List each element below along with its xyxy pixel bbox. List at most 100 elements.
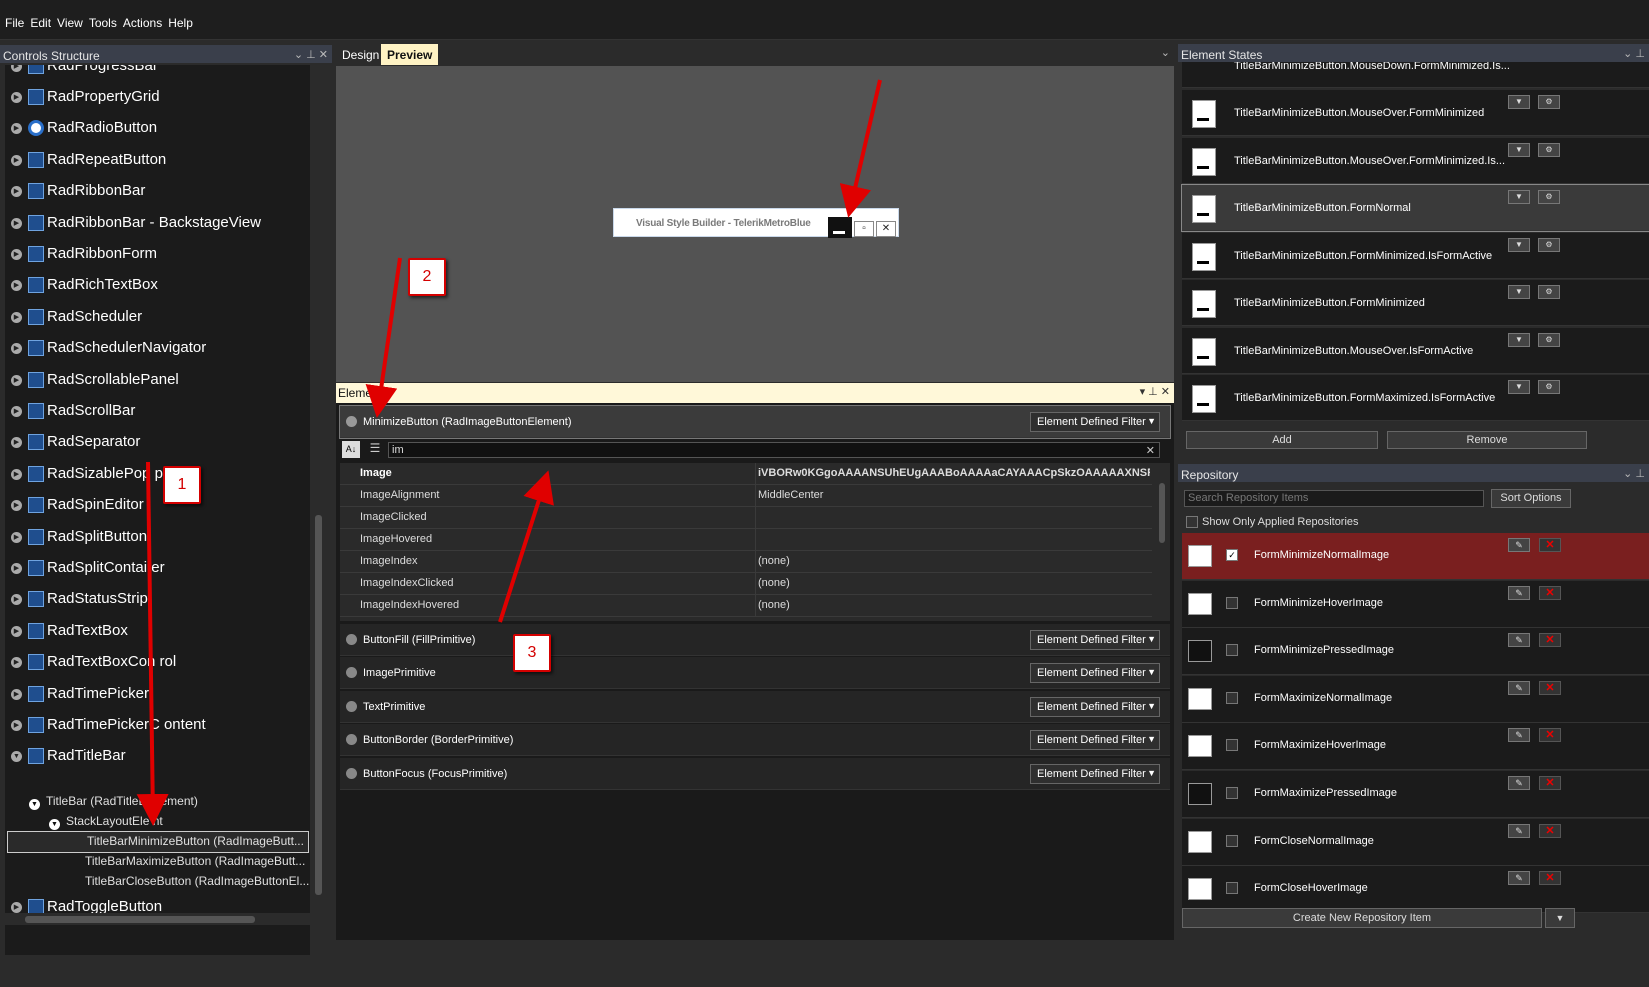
- repository-item[interactable]: FormCloseNormalImage ✎ ✕: [1182, 818, 1649, 866]
- tree-item[interactable]: ▶ RadTextBoxCon rol: [5, 647, 310, 678]
- edit-icon[interactable]: ✎: [1508, 585, 1530, 600]
- panel-controls-icon[interactable]: ⌄ ⊥: [1623, 467, 1645, 480]
- state-dropdown-button[interactable]: ▼: [1508, 285, 1530, 299]
- state-edit-button[interactable]: ⚙: [1538, 332, 1560, 347]
- state-row[interactable]: TitleBarMinimizeButton.MouseOver.IsFormA…: [1182, 327, 1649, 374]
- tree-item[interactable]: ▼ RadTitleBar: [5, 741, 310, 772]
- filter-dropdown[interactable]: Element Defined Filter ▼: [1030, 412, 1160, 432]
- state-dropdown-button[interactable]: ▼: [1508, 95, 1530, 109]
- state-dropdown-button[interactable]: ▼: [1508, 142, 1530, 157]
- expand-icon[interactable]: ▶: [11, 154, 22, 166]
- remove-state-button[interactable]: Remove: [1387, 431, 1587, 449]
- tree-item[interactable]: ▶ RadStatusStrip: [5, 584, 310, 615]
- expand-icon[interactable]: ▶: [11, 92, 22, 103]
- maximize-button[interactable]: ▫: [854, 221, 874, 237]
- group-minimize-button[interactable]: MinimizeButton (RadImageButtonElement) E…: [339, 405, 1171, 439]
- expand-icon[interactable]: [346, 700, 357, 712]
- tree-item[interactable]: ▶ RadRadioButton: [5, 113, 310, 144]
- property-scrollbar[interactable]: [1156, 463, 1168, 621]
- state-row[interactable]: TitleBarMinimizeButton.FormMinimized ▼ ⚙: [1182, 280, 1649, 326]
- property-group[interactable]: TextPrimitive Element Defined Filter ▼: [340, 690, 1170, 723]
- edit-icon[interactable]: ✎: [1508, 680, 1530, 695]
- menu-tools[interactable]: Tools: [89, 16, 117, 30]
- show-applied-checkbox[interactable]: [1186, 516, 1198, 528]
- collapse-icon[interactable]: ▼: [29, 799, 40, 810]
- state-edit-button[interactable]: ⚙: [1538, 285, 1560, 299]
- property-search-input[interactable]: im ✕: [388, 442, 1160, 458]
- collapse-icon[interactable]: ▼: [11, 751, 22, 763]
- tree-item[interactable]: ▶ RadScrollBar: [5, 396, 310, 427]
- expand-icon[interactable]: ▶: [11, 437, 22, 449]
- tree-item[interactable]: ▶ RadScrollablePanel: [5, 365, 310, 396]
- expand-icon[interactable]: ▶: [11, 563, 22, 574]
- state-edit-button[interactable]: ⚙: [1538, 237, 1560, 252]
- clear-icon[interactable]: ✕: [1146, 444, 1155, 457]
- property-value[interactable]: (none): [758, 577, 1150, 589]
- tree-subitem[interactable]: ▼ StackLayoutEle nt: [49, 812, 163, 832]
- panel-controls-icon[interactable]: ⌄ ⊥: [1623, 47, 1645, 60]
- property-value[interactable]: MiddleCenter: [758, 489, 1150, 501]
- expand-icon[interactable]: ▶: [11, 343, 22, 355]
- filter-dropdown[interactable]: Element Defined Filter ▼: [1030, 696, 1160, 717]
- repository-checkbox[interactable]: [1226, 834, 1238, 847]
- repository-checkbox[interactable]: [1226, 739, 1238, 752]
- expand-icon[interactable]: ▶: [11, 280, 22, 292]
- repository-item[interactable]: FormMaximizeHoverImage ✎ ✕: [1182, 723, 1649, 771]
- delete-icon[interactable]: ✕: [1539, 680, 1561, 695]
- property-group[interactable]: ButtonBorder (BorderPrimitive) Element De…: [340, 724, 1170, 757]
- state-edit-button[interactable]: ⚙: [1538, 190, 1560, 204]
- property-row[interactable]: ImageIndexClicked (none): [340, 573, 1152, 595]
- repository-item[interactable]: FormMaximizeNormalImage ✎ ✕: [1182, 675, 1649, 723]
- property-value[interactable]: iVBORw0KGgoAAAANSUhEUgAAABoAAAAaCAYAAACp…: [758, 467, 1150, 479]
- filter-dropdown[interactable]: Element Defined Filter ▼: [1030, 663, 1160, 684]
- state-dropdown-button[interactable]: ▼: [1508, 237, 1530, 252]
- expand-icon[interactable]: ▶: [11, 468, 22, 480]
- expand-icon[interactable]: ▶: [11, 123, 22, 135]
- close-button[interactable]: ✕: [876, 221, 896, 237]
- repository-checkbox[interactable]: [1226, 882, 1238, 895]
- expand-icon[interactable]: ▶: [11, 500, 22, 512]
- tree-item[interactable]: ▶ RadRibbonForm: [5, 239, 310, 270]
- scroll-thumb[interactable]: [315, 515, 322, 895]
- expand-icon[interactable]: ▶: [11, 657, 22, 669]
- menu-actions[interactable]: Actions: [123, 16, 162, 30]
- state-row[interactable]: TitleBarMinimizeButton.MouseDown.FormMin…: [1182, 62, 1649, 88]
- state-edit-button[interactable]: ⚙: [1538, 380, 1560, 394]
- chevron-down-icon[interactable]: ▼: [1545, 908, 1575, 928]
- expand-icon[interactable]: ▶: [11, 902, 22, 913]
- edit-icon[interactable]: ✎: [1508, 728, 1530, 743]
- state-row[interactable]: TitleBarMinimizeButton.FormMaximized.IsF…: [1182, 375, 1649, 421]
- expand-icon[interactable]: [346, 634, 357, 645]
- tree-subitem[interactable]: ▼ TitleBar (RadTitleBar ement): [29, 792, 198, 812]
- tree-item[interactable]: ▶ RadProgressBar: [5, 65, 310, 82]
- expand-icon[interactable]: ▶: [11, 374, 22, 386]
- state-dropdown-button[interactable]: ▼: [1508, 380, 1530, 394]
- expand-icon[interactable]: ▶: [11, 720, 22, 731]
- scroll-thumb[interactable]: [25, 916, 255, 923]
- state-row[interactable]: TitleBarMinimizeButton.FormMinimized.IsF…: [1182, 232, 1649, 279]
- menu-file[interactable]: File: [5, 16, 24, 30]
- filter-dropdown[interactable]: Element Defined Filter ▼: [1030, 730, 1160, 751]
- property-group[interactable]: ImagePrimitive Element Defined Filter ▼: [340, 657, 1170, 690]
- delete-icon[interactable]: ✕: [1539, 776, 1561, 790]
- tree-item[interactable]: ▶ RadScheduler: [5, 302, 310, 333]
- expand-icon[interactable]: ▶: [11, 594, 22, 606]
- tree-vertical-scrollbar[interactable]: [313, 65, 325, 955]
- property-row[interactable]: Image iVBORw0KGgoAAAANSUhEUgAAABoAAAAaCAY…: [340, 463, 1152, 485]
- expand-icon[interactable]: [346, 767, 357, 779]
- edit-icon[interactable]: ✎: [1508, 538, 1530, 552]
- state-row[interactable]: TitleBarMinimizeButton.FormNormal ▼ ⚙: [1181, 184, 1649, 232]
- state-edit-button[interactable]: ⚙: [1538, 95, 1560, 109]
- repository-item[interactable]: FormCloseHoverImage ✎ ✕: [1182, 866, 1649, 914]
- property-value[interactable]: (none): [758, 555, 1150, 567]
- delete-icon[interactable]: ✕: [1539, 538, 1561, 552]
- tree-item[interactable]: ▶ RadTextBox: [5, 616, 310, 647]
- tree-item[interactable]: ▶ RadRibbonBar: [5, 176, 310, 207]
- collapse-icon[interactable]: ▼: [49, 819, 60, 830]
- expand-icon[interactable]: ▶: [11, 217, 22, 229]
- state-edit-button[interactable]: ⚙: [1538, 142, 1560, 157]
- tree-subitem[interactable]: TitleBarMinimizeButton (RadImageButt...: [7, 831, 309, 853]
- tree-subitem[interactable]: TitleBarCloseButton (RadImageButtonEl...: [85, 872, 309, 892]
- delete-icon[interactable]: ✕: [1539, 585, 1561, 600]
- property-grid[interactable]: Image iVBORw0KGgoAAAANSUhEUgAAABoAAAAaCAY…: [340, 463, 1170, 621]
